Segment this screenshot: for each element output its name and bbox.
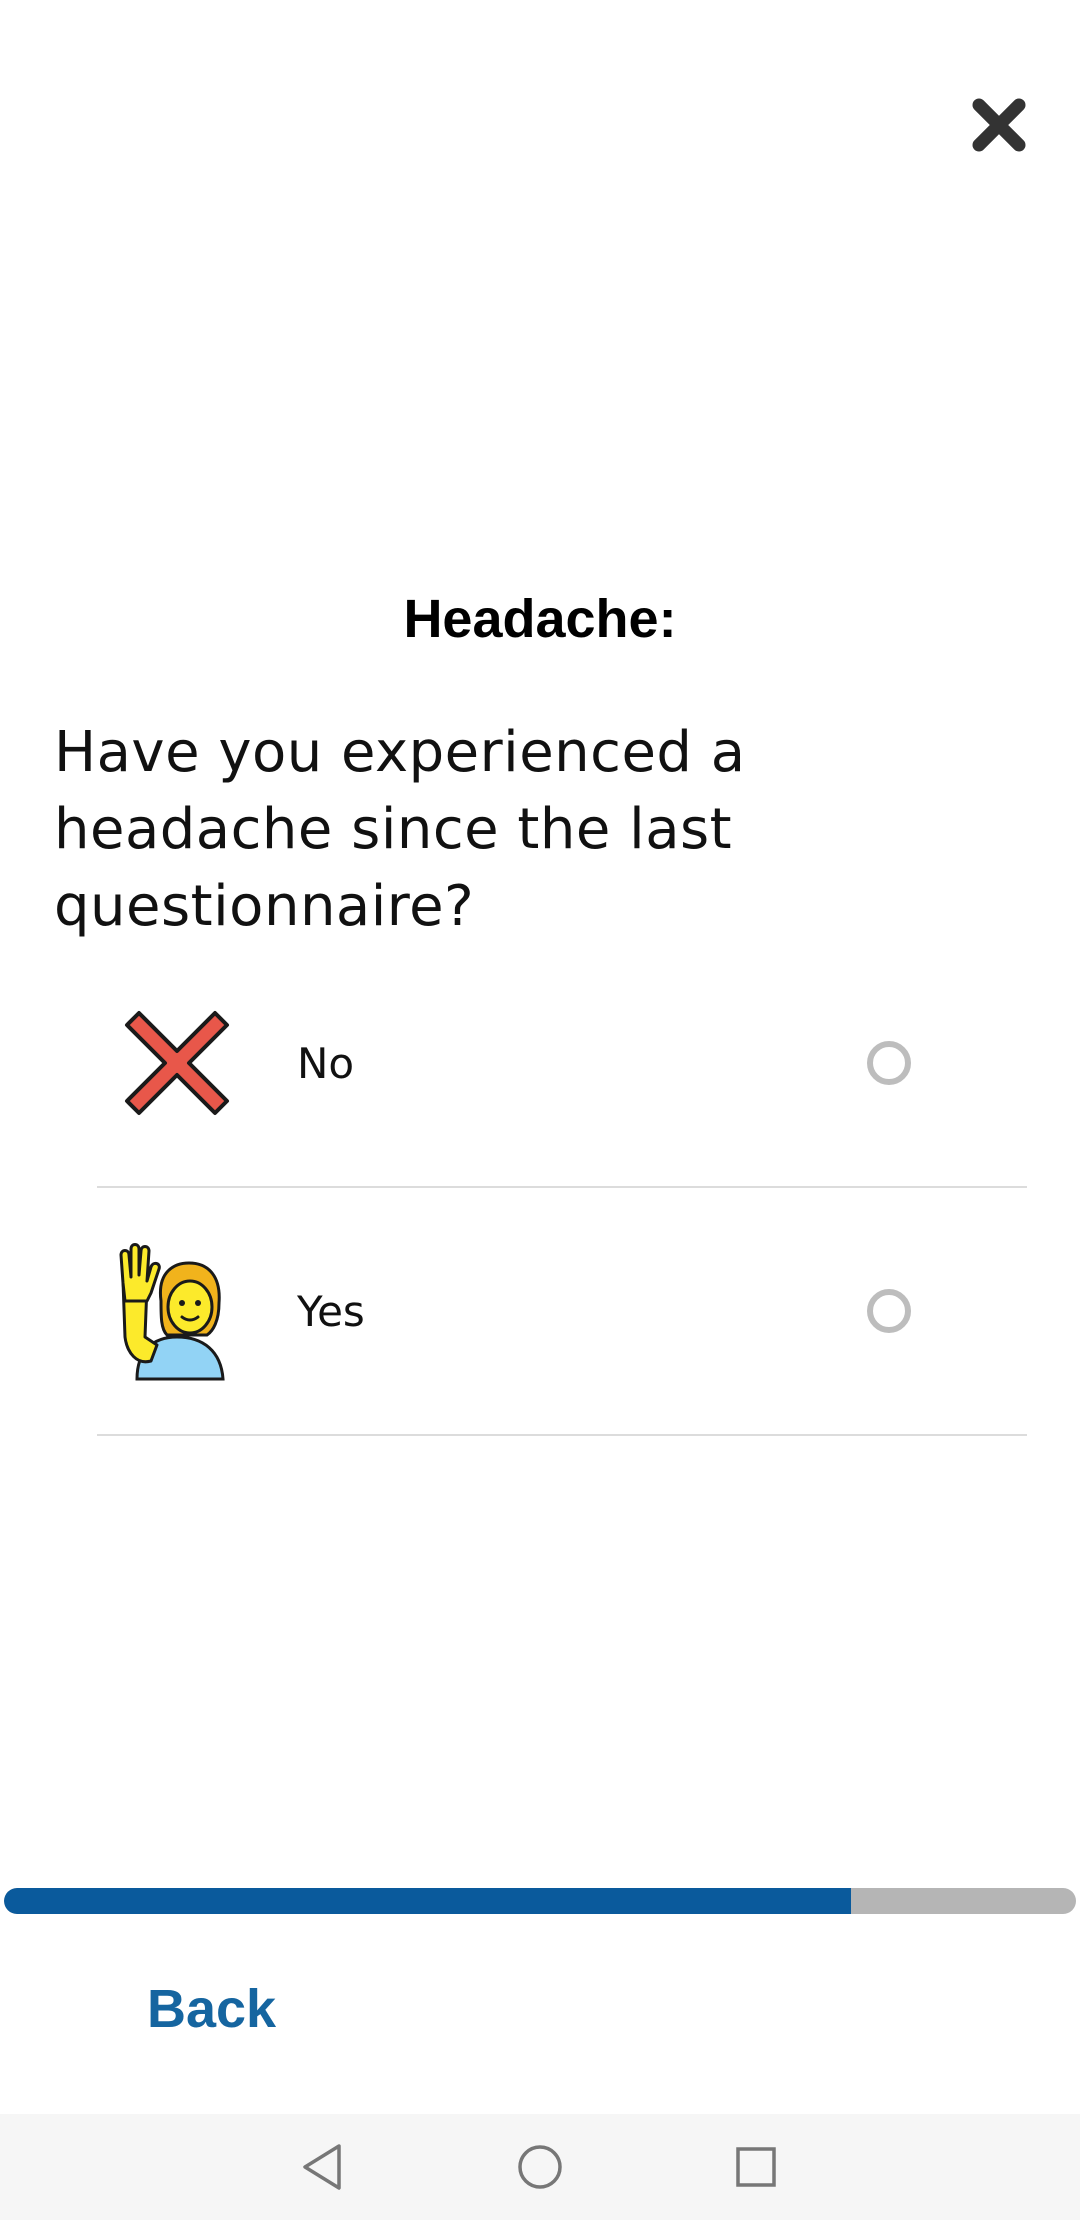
- nav-home-button[interactable]: [510, 2137, 570, 2197]
- nav-recents-button[interactable]: [726, 2137, 786, 2197]
- questionnaire-screen: Headache: Have you experienced a headach…: [0, 0, 1080, 2220]
- nav-recents-icon: [736, 2147, 776, 2187]
- answer-options: No Yes: [97, 940, 1027, 1436]
- nav-home-icon: [518, 2145, 562, 2189]
- back-button[interactable]: Back: [147, 1978, 276, 2040]
- nav-back-button[interactable]: [293, 2137, 353, 2197]
- option-no-label: No: [297, 1038, 355, 1088]
- person-raising-hand-icon: [119, 1243, 225, 1381]
- option-no-radio[interactable]: [867, 1041, 911, 1085]
- option-yes-radio[interactable]: [867, 1289, 911, 1333]
- nav-back-icon: [303, 2144, 341, 2190]
- question-text: Have you experienced a headache since th…: [54, 720, 746, 939]
- question-title: Headache:: [403, 589, 677, 649]
- close-icon: [972, 98, 1026, 152]
- system-navigation-bar: [0, 2114, 1080, 2220]
- progress-bar: [4, 1888, 1076, 1914]
- close-button[interactable]: [958, 84, 1040, 166]
- option-no[interactable]: No: [97, 940, 1027, 1188]
- option-yes[interactable]: Yes: [97, 1188, 1027, 1436]
- red-cross-mark-icon: [125, 1011, 229, 1115]
- progress-fill: [4, 1888, 851, 1914]
- option-yes-label: Yes: [297, 1286, 365, 1336]
